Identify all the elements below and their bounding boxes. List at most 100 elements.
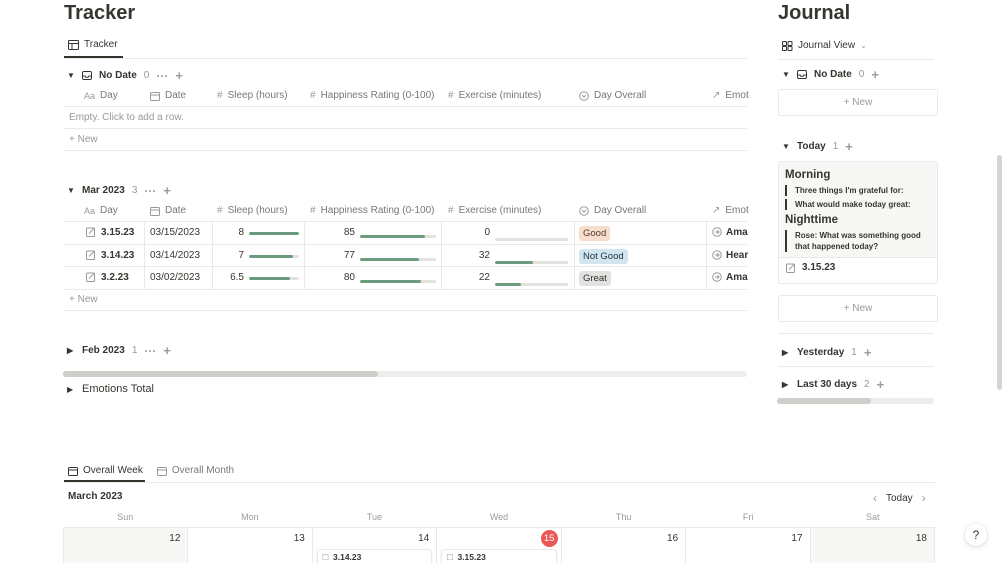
caret-right-icon[interactable]: ▶ bbox=[67, 385, 75, 394]
column-exercise[interactable]: # Exercise (minutes) bbox=[448, 90, 541, 101]
cell-exercise[interactable]: 32 bbox=[464, 250, 490, 261]
column-happiness[interactable]: # Happiness Rating (0-100) bbox=[310, 90, 435, 101]
cell-emotion[interactable]: Ama bbox=[726, 227, 748, 238]
calendar-day-cell[interactable]: 16 bbox=[561, 527, 687, 563]
calendar-day-cell[interactable]: 12 bbox=[63, 527, 189, 563]
column-day[interactable]: Aa Day bbox=[84, 90, 118, 101]
sleep-progress-bar bbox=[249, 232, 299, 235]
column-exercise[interactable]: # Exercise (minutes) bbox=[448, 205, 541, 216]
caret-down-icon[interactable]: ▼ bbox=[782, 142, 790, 151]
tab-journal-view[interactable]: Journal View ⌄ bbox=[778, 36, 871, 55]
table-row[interactable]: 3.14.23 03/14/2023 7 77 32 Not Good Hear bbox=[64, 244, 748, 267]
column-emotion[interactable]: ↗ Emot bbox=[712, 205, 749, 216]
toggle-emotions-total[interactable]: ▶ Emotions Total bbox=[67, 383, 154, 395]
day-overall-tag[interactable]: Good bbox=[579, 226, 611, 241]
cell-date[interactable]: 03/15/2023 bbox=[150, 227, 200, 238]
cell-sleep[interactable]: 6.5 bbox=[222, 272, 244, 283]
cell-day[interactable]: 3.2.23 bbox=[101, 272, 129, 283]
horizontal-scrollbar[interactable] bbox=[63, 371, 747, 377]
cell-day[interactable]: 3.15.23 bbox=[101, 227, 134, 238]
column-emotion[interactable]: ↗ Emot bbox=[712, 90, 749, 101]
column-happiness[interactable]: # Happiness Rating (0-100) bbox=[310, 205, 435, 216]
tab-overall-week[interactable]: Overall Week bbox=[64, 461, 147, 480]
more-icon[interactable]: ··· bbox=[144, 185, 156, 197]
card-title[interactable]: 3.15.23 bbox=[802, 262, 835, 273]
weekday-label: Sun bbox=[117, 512, 134, 522]
tab-overall-month[interactable]: Overall Month bbox=[153, 461, 238, 480]
new-card-button[interactable]: + New bbox=[778, 89, 938, 116]
cell-exercise[interactable]: 0 bbox=[464, 227, 490, 238]
horizontal-scrollbar[interactable] bbox=[777, 398, 934, 404]
cell-day[interactable]: 3.14.23 bbox=[101, 250, 134, 261]
day-overall-tag[interactable]: Not Good bbox=[579, 248, 628, 264]
page-scrollbar-thumb[interactable] bbox=[997, 155, 1002, 390]
scrollbar-thumb[interactable] bbox=[777, 398, 872, 404]
cell-happiness[interactable]: 85 bbox=[329, 227, 355, 238]
scrollbar-thumb[interactable] bbox=[63, 371, 378, 377]
group-header-mar-2023[interactable]: ▼ Mar 2023 3 ··· + bbox=[67, 183, 171, 198]
add-icon[interactable]: + bbox=[163, 183, 171, 198]
cell-exercise[interactable]: 22 bbox=[464, 272, 490, 283]
calendar-day-cell[interactable]: 15 ☐ 3.15.23 bbox=[437, 527, 562, 563]
caret-right-icon[interactable]: ▶ bbox=[782, 380, 790, 389]
empty-row[interactable]: Empty. Click to add a row. bbox=[64, 107, 747, 129]
column-day-overall[interactable]: Day Overall bbox=[579, 90, 646, 101]
today-button[interactable]: Today bbox=[886, 493, 913, 504]
calendar-event-card[interactable]: ☐ 3.14.23 bbox=[316, 549, 433, 563]
table-row[interactable]: 3.15.23 03/15/2023 8 85 0 Good Ama bbox=[64, 222, 748, 245]
column-day-overall[interactable]: Day Overall bbox=[579, 205, 646, 216]
caret-down-icon[interactable]: ▼ bbox=[67, 186, 75, 195]
table-row[interactable]: 3.2.23 03/02/2023 6.5 80 22 Great Ama bbox=[64, 267, 748, 290]
group-header-no-date[interactable]: ▼ No Date 0 ··· + bbox=[67, 68, 183, 83]
column-sleep[interactable]: # Sleep (hours) bbox=[217, 205, 288, 216]
group-header-last-30-days[interactable]: ▶ Last 30 days 2 + bbox=[782, 377, 884, 392]
day-overall-tag[interactable]: Great bbox=[579, 271, 611, 286]
add-icon[interactable]: + bbox=[163, 343, 171, 358]
new-row-button[interactable]: + New bbox=[64, 129, 747, 151]
column-date[interactable]: Date bbox=[150, 90, 186, 101]
chevron-left-icon[interactable]: ‹ bbox=[873, 491, 877, 505]
calendar-day-cell[interactable]: 13 bbox=[188, 527, 313, 563]
calendar-day-cell[interactable]: 18 bbox=[810, 527, 935, 563]
cell-emotion[interactable]: Ama bbox=[726, 272, 748, 283]
divider bbox=[64, 482, 935, 483]
column-sleep[interactable]: # Sleep (hours) bbox=[217, 90, 288, 101]
add-icon[interactable]: + bbox=[175, 68, 183, 83]
column-date[interactable]: Date bbox=[150, 205, 186, 216]
calendar-event-card[interactable]: ☐ 3.15.23 bbox=[441, 549, 557, 563]
calendar-icon bbox=[150, 206, 160, 216]
help-button[interactable]: ? bbox=[965, 524, 987, 546]
cell-date[interactable]: 03/02/2023 bbox=[150, 272, 200, 283]
group-count: 2 bbox=[864, 379, 870, 390]
calendar-month-label: March 2023 bbox=[68, 491, 123, 502]
more-icon[interactable]: ··· bbox=[156, 70, 168, 82]
cell-date[interactable]: 03/14/2023 bbox=[150, 250, 200, 261]
caret-down-icon[interactable]: ▼ bbox=[782, 70, 790, 79]
calendar-day-cell[interactable]: 14 ☐ 3.14.23 bbox=[312, 527, 438, 563]
cell-emotion[interactable]: Hear bbox=[726, 250, 748, 261]
caret-down-icon[interactable]: ▼ bbox=[67, 71, 75, 80]
group-header-today[interactable]: ▼ Today 1 + bbox=[782, 139, 853, 154]
column-day[interactable]: Aa Day bbox=[84, 205, 118, 216]
group-header-feb-2023[interactable]: ▶ Feb 2023 1 ··· + bbox=[67, 343, 171, 358]
add-icon[interactable]: + bbox=[877, 377, 885, 392]
journal-card[interactable]: Morning Three things I'm grateful for: W… bbox=[778, 161, 938, 284]
caret-right-icon[interactable]: ▶ bbox=[782, 348, 790, 357]
cell-sleep[interactable]: 8 bbox=[222, 227, 244, 238]
weekday-label: Fri bbox=[742, 512, 754, 522]
add-icon[interactable]: + bbox=[871, 67, 879, 82]
group-header-yesterday[interactable]: ▶ Yesterday 1 + bbox=[782, 345, 871, 360]
new-row-button[interactable]: + New bbox=[64, 289, 747, 311]
chevron-right-icon[interactable]: › bbox=[922, 491, 926, 505]
add-icon[interactable]: + bbox=[845, 139, 853, 154]
add-icon[interactable]: + bbox=[864, 345, 872, 360]
caret-right-icon[interactable]: ▶ bbox=[67, 346, 75, 355]
new-card-button[interactable]: + New bbox=[778, 295, 938, 322]
cell-sleep[interactable]: 7 bbox=[222, 250, 244, 261]
cell-happiness[interactable]: 80 bbox=[329, 272, 355, 283]
more-icon[interactable]: ··· bbox=[144, 345, 156, 357]
group-header-no-date[interactable]: ▼ No Date 0 + bbox=[782, 67, 879, 82]
tab-tracker[interactable]: Tracker bbox=[64, 35, 122, 54]
cell-happiness[interactable]: 77 bbox=[329, 250, 355, 261]
calendar-day-cell[interactable]: 17 bbox=[686, 527, 811, 563]
